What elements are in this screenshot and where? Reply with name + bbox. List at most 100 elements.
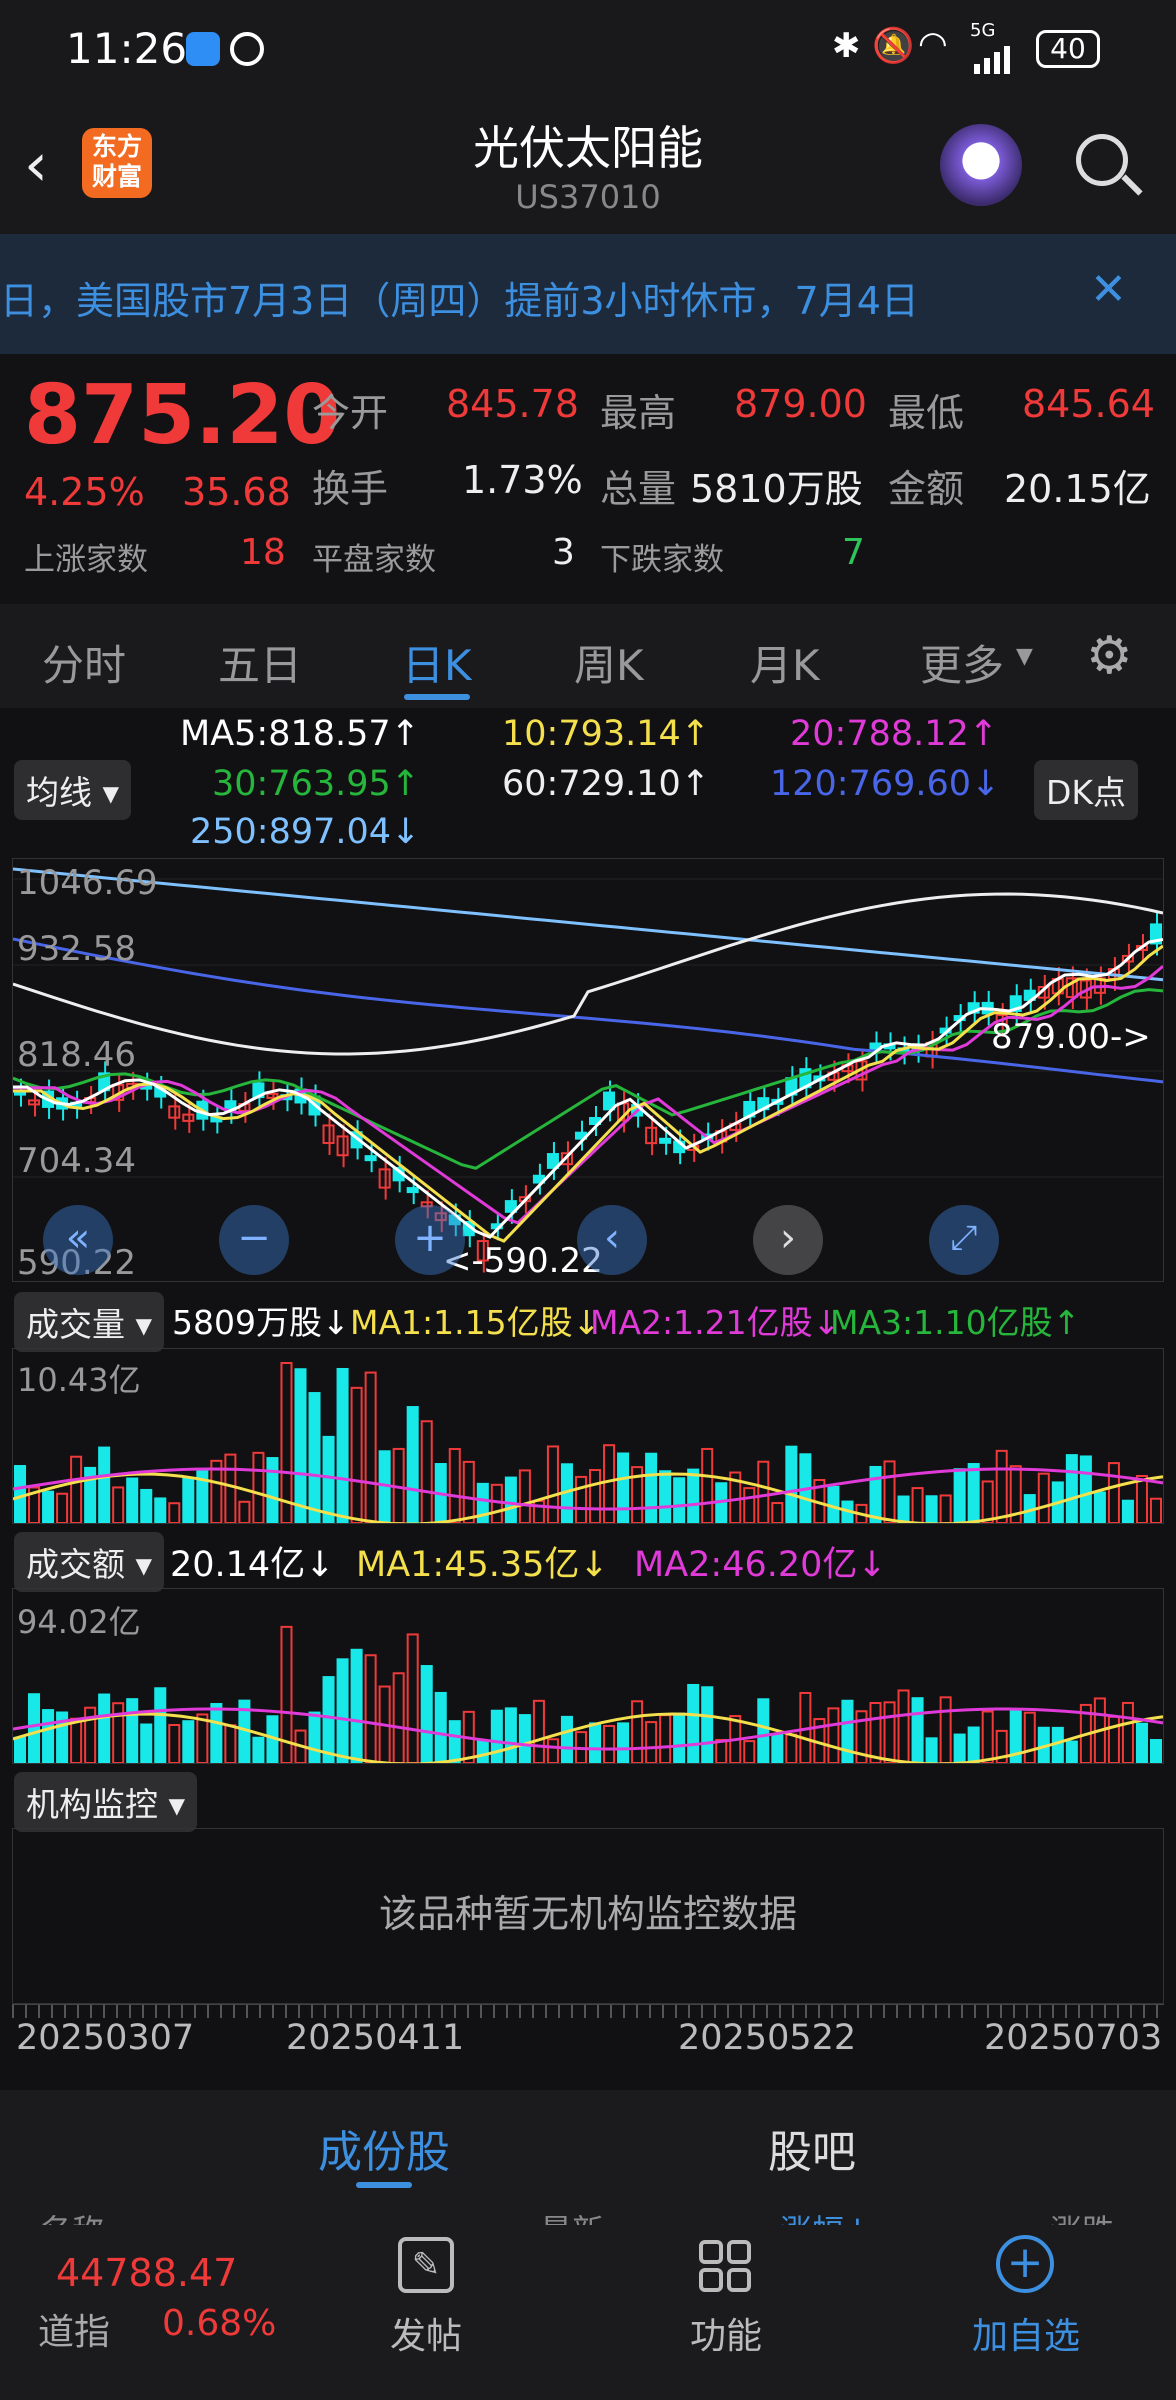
tab-constituents[interactable]: 成份股: [318, 2116, 450, 2180]
assistant-robot-icon[interactable]: [940, 124, 1022, 206]
amount-legend: 成交额 ▾ 20.14亿↓ MA1:45.35亿↓ MA2:46.20亿↓: [0, 1530, 1176, 1592]
ma60-value: 60:729.10↑: [502, 764, 711, 804]
volume-bar: [603, 1444, 616, 1524]
amount-bar: [1107, 1715, 1120, 1764]
period-tabs: 分时 五日 日K 周K 月K 更多 ▼ ⚙: [0, 604, 1176, 708]
amount-bar: [1149, 1739, 1162, 1764]
add-watchlist-icon[interactable]: +: [996, 2235, 1054, 2293]
candle-body: [603, 1091, 616, 1111]
volume-bar: [154, 1497, 167, 1524]
amount-bar: [98, 1693, 111, 1764]
amount-chart[interactable]: 94.02亿: [12, 1588, 1164, 1766]
amount-bar: [617, 1722, 630, 1765]
scroll-left-icon[interactable]: «: [43, 1205, 113, 1275]
add-watchlist-label[interactable]: 加自选: [972, 2307, 1080, 2359]
volume-select-button[interactable]: 成交量 ▾: [14, 1292, 165, 1352]
ma20-value: 20:788.12↑: [790, 714, 999, 754]
amount-bar: [827, 1707, 840, 1764]
volume-bar: [1149, 1497, 1162, 1524]
volume-value: 5809万股↓: [172, 1303, 350, 1342]
tab-intraday[interactable]: 分时: [42, 632, 126, 693]
volume-bar: [939, 1494, 952, 1524]
volume-bar: [659, 1470, 672, 1525]
ma-select-button[interactable]: 均线 ▾: [14, 760, 132, 820]
post-label[interactable]: 发帖: [390, 2307, 462, 2359]
amount-bar: [210, 1703, 223, 1764]
settings-gear-icon[interactable]: ⚙: [1086, 626, 1133, 686]
amount-bar: [981, 1710, 994, 1764]
price-axis-label: 932.58: [17, 929, 136, 969]
volume-bar: [911, 1487, 924, 1525]
volume-bar: [701, 1447, 714, 1524]
amount-bar: [645, 1721, 658, 1764]
amount-bar: [715, 1738, 728, 1764]
amount-bar: [883, 1701, 896, 1764]
volume-bar: [589, 1469, 602, 1524]
kline-chart[interactable]: 1046.69 932.58 818.46 704.34 590.22 879.…: [12, 858, 1164, 1283]
amount-select-button[interactable]: 成交额 ▾: [14, 1532, 165, 1592]
amount-bar: [406, 1633, 419, 1765]
active-tab-indicator: [404, 694, 470, 700]
amount-bar: [967, 1726, 980, 1764]
index-name[interactable]: 道指: [38, 2303, 110, 2355]
amount-bar: [518, 1714, 531, 1764]
bottom-nav: 44788.47 道指 0.68% ✎ 发帖 功能 + 加自选: [0, 2225, 1176, 2400]
amount-bar: [126, 1698, 139, 1765]
amount-bar: [743, 1740, 756, 1764]
notice-banner[interactable]: 日，美国股市7月3日（周四）提前3小时休市，7月4日 ✕: [0, 234, 1176, 354]
tab-forum[interactable]: 股吧: [768, 2116, 856, 2180]
prev-icon[interactable]: ‹: [577, 1205, 647, 1275]
signal-icon: [972, 38, 1022, 74]
fullscreen-icon[interactable]: ⤢: [929, 1205, 999, 1275]
message-icon: [186, 32, 220, 66]
zoom-in-icon[interactable]: +: [395, 1205, 465, 1275]
candle-body: [659, 1137, 672, 1144]
volume-bar: [518, 1469, 531, 1524]
volume-bar: [490, 1483, 503, 1524]
next-icon[interactable]: ›: [753, 1205, 823, 1275]
grid-function-icon[interactable]: [698, 2239, 752, 2293]
tab-more[interactable]: 更多: [920, 632, 1004, 693]
tab-daily-k[interactable]: 日K: [402, 632, 472, 693]
amount-bar: [869, 1702, 882, 1765]
volume-bar: [350, 1386, 363, 1525]
dk-point-button[interactable]: DK点: [1034, 760, 1139, 820]
amount-bar: [154, 1687, 167, 1764]
amount-bar: [1135, 1722, 1148, 1764]
amount-bar: [476, 1739, 489, 1765]
amount-value: 20.15亿: [1004, 467, 1151, 511]
volume-bar: [1037, 1472, 1050, 1525]
zoom-out-icon[interactable]: −: [219, 1205, 289, 1275]
clock-app-icon: [230, 32, 264, 66]
post-icon[interactable]: ✎: [398, 2237, 454, 2293]
volume-bar: [673, 1477, 686, 1525]
advancers-value: 18: [240, 532, 286, 573]
tab-five-day[interactable]: 五日: [218, 632, 302, 693]
amount-label: 金额: [888, 467, 965, 511]
amount-bar: [785, 1733, 798, 1765]
amount-bar: [112, 1702, 125, 1764]
tab-weekly-k[interactable]: 周K: [574, 632, 644, 693]
volume-bar: [897, 1495, 910, 1524]
volume-bar: [1093, 1491, 1106, 1525]
index-value[interactable]: 44788.47: [56, 2251, 237, 2295]
function-label[interactable]: 功能: [690, 2307, 762, 2359]
amount-bar: [659, 1714, 672, 1764]
volume-chart[interactable]: 10.43亿: [12, 1348, 1164, 1526]
unchanged-value: 3: [552, 532, 575, 573]
institution-select-button[interactable]: 机构监控 ▾: [14, 1772, 198, 1832]
amount-bar: [687, 1683, 700, 1764]
amount-bar: [911, 1697, 924, 1764]
open-label: 今开: [312, 391, 389, 435]
volume-bar: [504, 1476, 517, 1525]
amount-bar: [322, 1676, 335, 1764]
volume-bar: [1135, 1475, 1148, 1524]
volume-bar: [364, 1371, 377, 1525]
high-label: 最高: [600, 391, 677, 435]
index-change[interactable]: 0.68%: [162, 2303, 276, 2344]
volume-bar: [294, 1368, 307, 1524]
volume-bar: [1107, 1462, 1120, 1524]
tab-monthly-k[interactable]: 月K: [750, 632, 820, 693]
close-icon[interactable]: ✕: [1090, 264, 1127, 315]
ma120-value: 120:769.60↓: [770, 764, 1001, 804]
